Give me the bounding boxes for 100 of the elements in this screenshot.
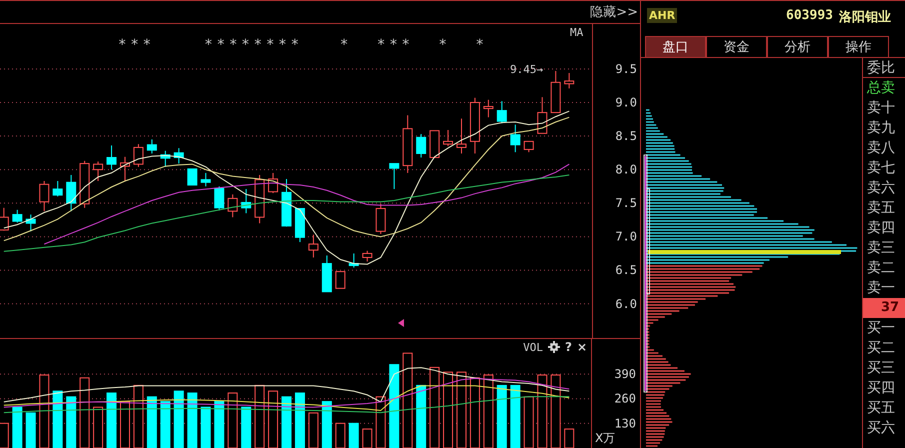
panel-tab[interactable]: 操作 <box>828 36 889 57</box>
order-level-label: 买二 <box>866 339 896 358</box>
volume-bar <box>106 392 117 448</box>
candlestick <box>510 124 520 153</box>
close-button[interactable]: × <box>576 340 587 354</box>
volume-bar <box>282 396 292 448</box>
order-level-label: 买六 <box>866 419 896 438</box>
price-axis-label: 9.5 <box>615 62 637 76</box>
panel-tab[interactable]: 分析 <box>767 36 828 57</box>
order-ratio-label: 委比 <box>863 58 905 78</box>
volume-bar <box>12 406 22 448</box>
indicator-label: MA <box>570 26 584 39</box>
candlestick <box>133 144 144 168</box>
candlestick <box>174 148 184 164</box>
candlestick <box>496 100 507 124</box>
order-level-label: 卖三 <box>866 239 896 258</box>
candlestick <box>93 161 104 182</box>
candlestick <box>80 160 90 208</box>
candlestick <box>214 186 224 212</box>
order-level-label: 买五 <box>866 399 896 418</box>
order-level-label: 卖二 <box>866 259 896 278</box>
volume-bar <box>174 390 184 448</box>
price-axis-label: 8.5 <box>615 129 637 144</box>
stock-name: 洛阳钼业 <box>839 9 891 26</box>
price-axis-label: 7.0 <box>615 230 637 244</box>
candlestick <box>200 172 211 187</box>
volume-bar <box>187 392 198 448</box>
volume-bar <box>322 401 332 448</box>
volume-axis-label: 260 <box>614 392 636 406</box>
candlestick <box>160 150 170 168</box>
help-button[interactable]: ? <box>564 340 572 354</box>
candlestick <box>348 252 359 268</box>
candlestick <box>228 194 238 218</box>
candlestick <box>66 174 76 212</box>
candlestick <box>294 208 305 243</box>
order-level-label: 买一 <box>866 319 896 338</box>
order-level-label: 卖九 <box>866 119 896 138</box>
volume-bar <box>200 406 211 448</box>
candlestick <box>282 178 292 228</box>
high-price-label: 9.45→ <box>510 63 544 76</box>
candlestick <box>12 209 22 224</box>
volume-bar <box>510 384 520 448</box>
candlestick <box>106 144 117 170</box>
order-level-label: 卖五 <box>866 199 896 218</box>
total-sell-label: 总卖 <box>866 79 896 98</box>
order-level-label: 买三 <box>866 359 896 378</box>
candlestick <box>524 140 534 153</box>
volume-bar <box>416 384 426 448</box>
candlestick <box>241 188 252 214</box>
candlestick <box>52 180 63 197</box>
indicator-label: VOL <box>523 340 543 354</box>
volume-bar <box>26 412 36 448</box>
candlestick <box>389 163 400 190</box>
price-axis-label: 6.5 <box>615 263 637 278</box>
volume-bar <box>241 406 252 448</box>
order-level-label: 买四 <box>866 379 896 398</box>
volume-bar <box>294 392 305 448</box>
stock-badge: AHR <box>647 8 678 23</box>
candlestick <box>254 174 265 224</box>
candlestick <box>443 130 454 147</box>
candlestick <box>402 114 413 174</box>
panel-tab[interactable]: 资金 <box>706 36 767 57</box>
volume-unit-label: X万 <box>595 430 616 447</box>
candlestick <box>120 156 130 182</box>
volume-bar <box>496 384 507 448</box>
volume-bar <box>214 401 224 448</box>
candlestick <box>470 97 480 154</box>
stock-code: 603993 <box>786 8 833 25</box>
volume-bar <box>146 396 157 448</box>
order-level-label: 卖十 <box>866 99 896 118</box>
order-level-label: 卖四 <box>866 219 896 238</box>
volume-axis-label: 390 <box>614 367 636 382</box>
price-axis-label: 9.0 <box>615 96 637 110</box>
price-axis-label: 7.5 <box>615 196 637 210</box>
volume-axis-label: 130 <box>614 416 636 430</box>
candlestick <box>483 99 494 118</box>
candlestick <box>308 234 318 258</box>
triangle-marker-icon <box>398 319 404 327</box>
settings-icon[interactable] <box>548 341 560 353</box>
volume-bar <box>66 396 76 448</box>
candlestick <box>550 70 561 114</box>
order-level-label: 卖八 <box>866 139 896 158</box>
candlestick <box>39 180 50 212</box>
price-axis-label: 8.0 <box>615 162 637 177</box>
candlestick <box>335 271 346 289</box>
volume-bar <box>52 390 63 448</box>
candlestick <box>26 214 36 232</box>
order-level-label: 卖六 <box>866 179 896 198</box>
candlestick <box>537 96 548 134</box>
candlestick <box>362 250 372 262</box>
candlestick <box>146 138 157 154</box>
order-level-label: 卖一 <box>866 279 896 298</box>
candlestick <box>322 254 332 292</box>
candlestick <box>187 168 198 186</box>
hide-button[interactable]: 隐藏>> <box>588 3 640 21</box>
candlestick <box>416 134 426 158</box>
panel-tab[interactable]: 盘口 <box>645 36 706 57</box>
candlestick <box>376 203 386 234</box>
price-axis-label: 6.0 <box>615 296 637 311</box>
order-level-label: 卖七 <box>866 159 896 178</box>
